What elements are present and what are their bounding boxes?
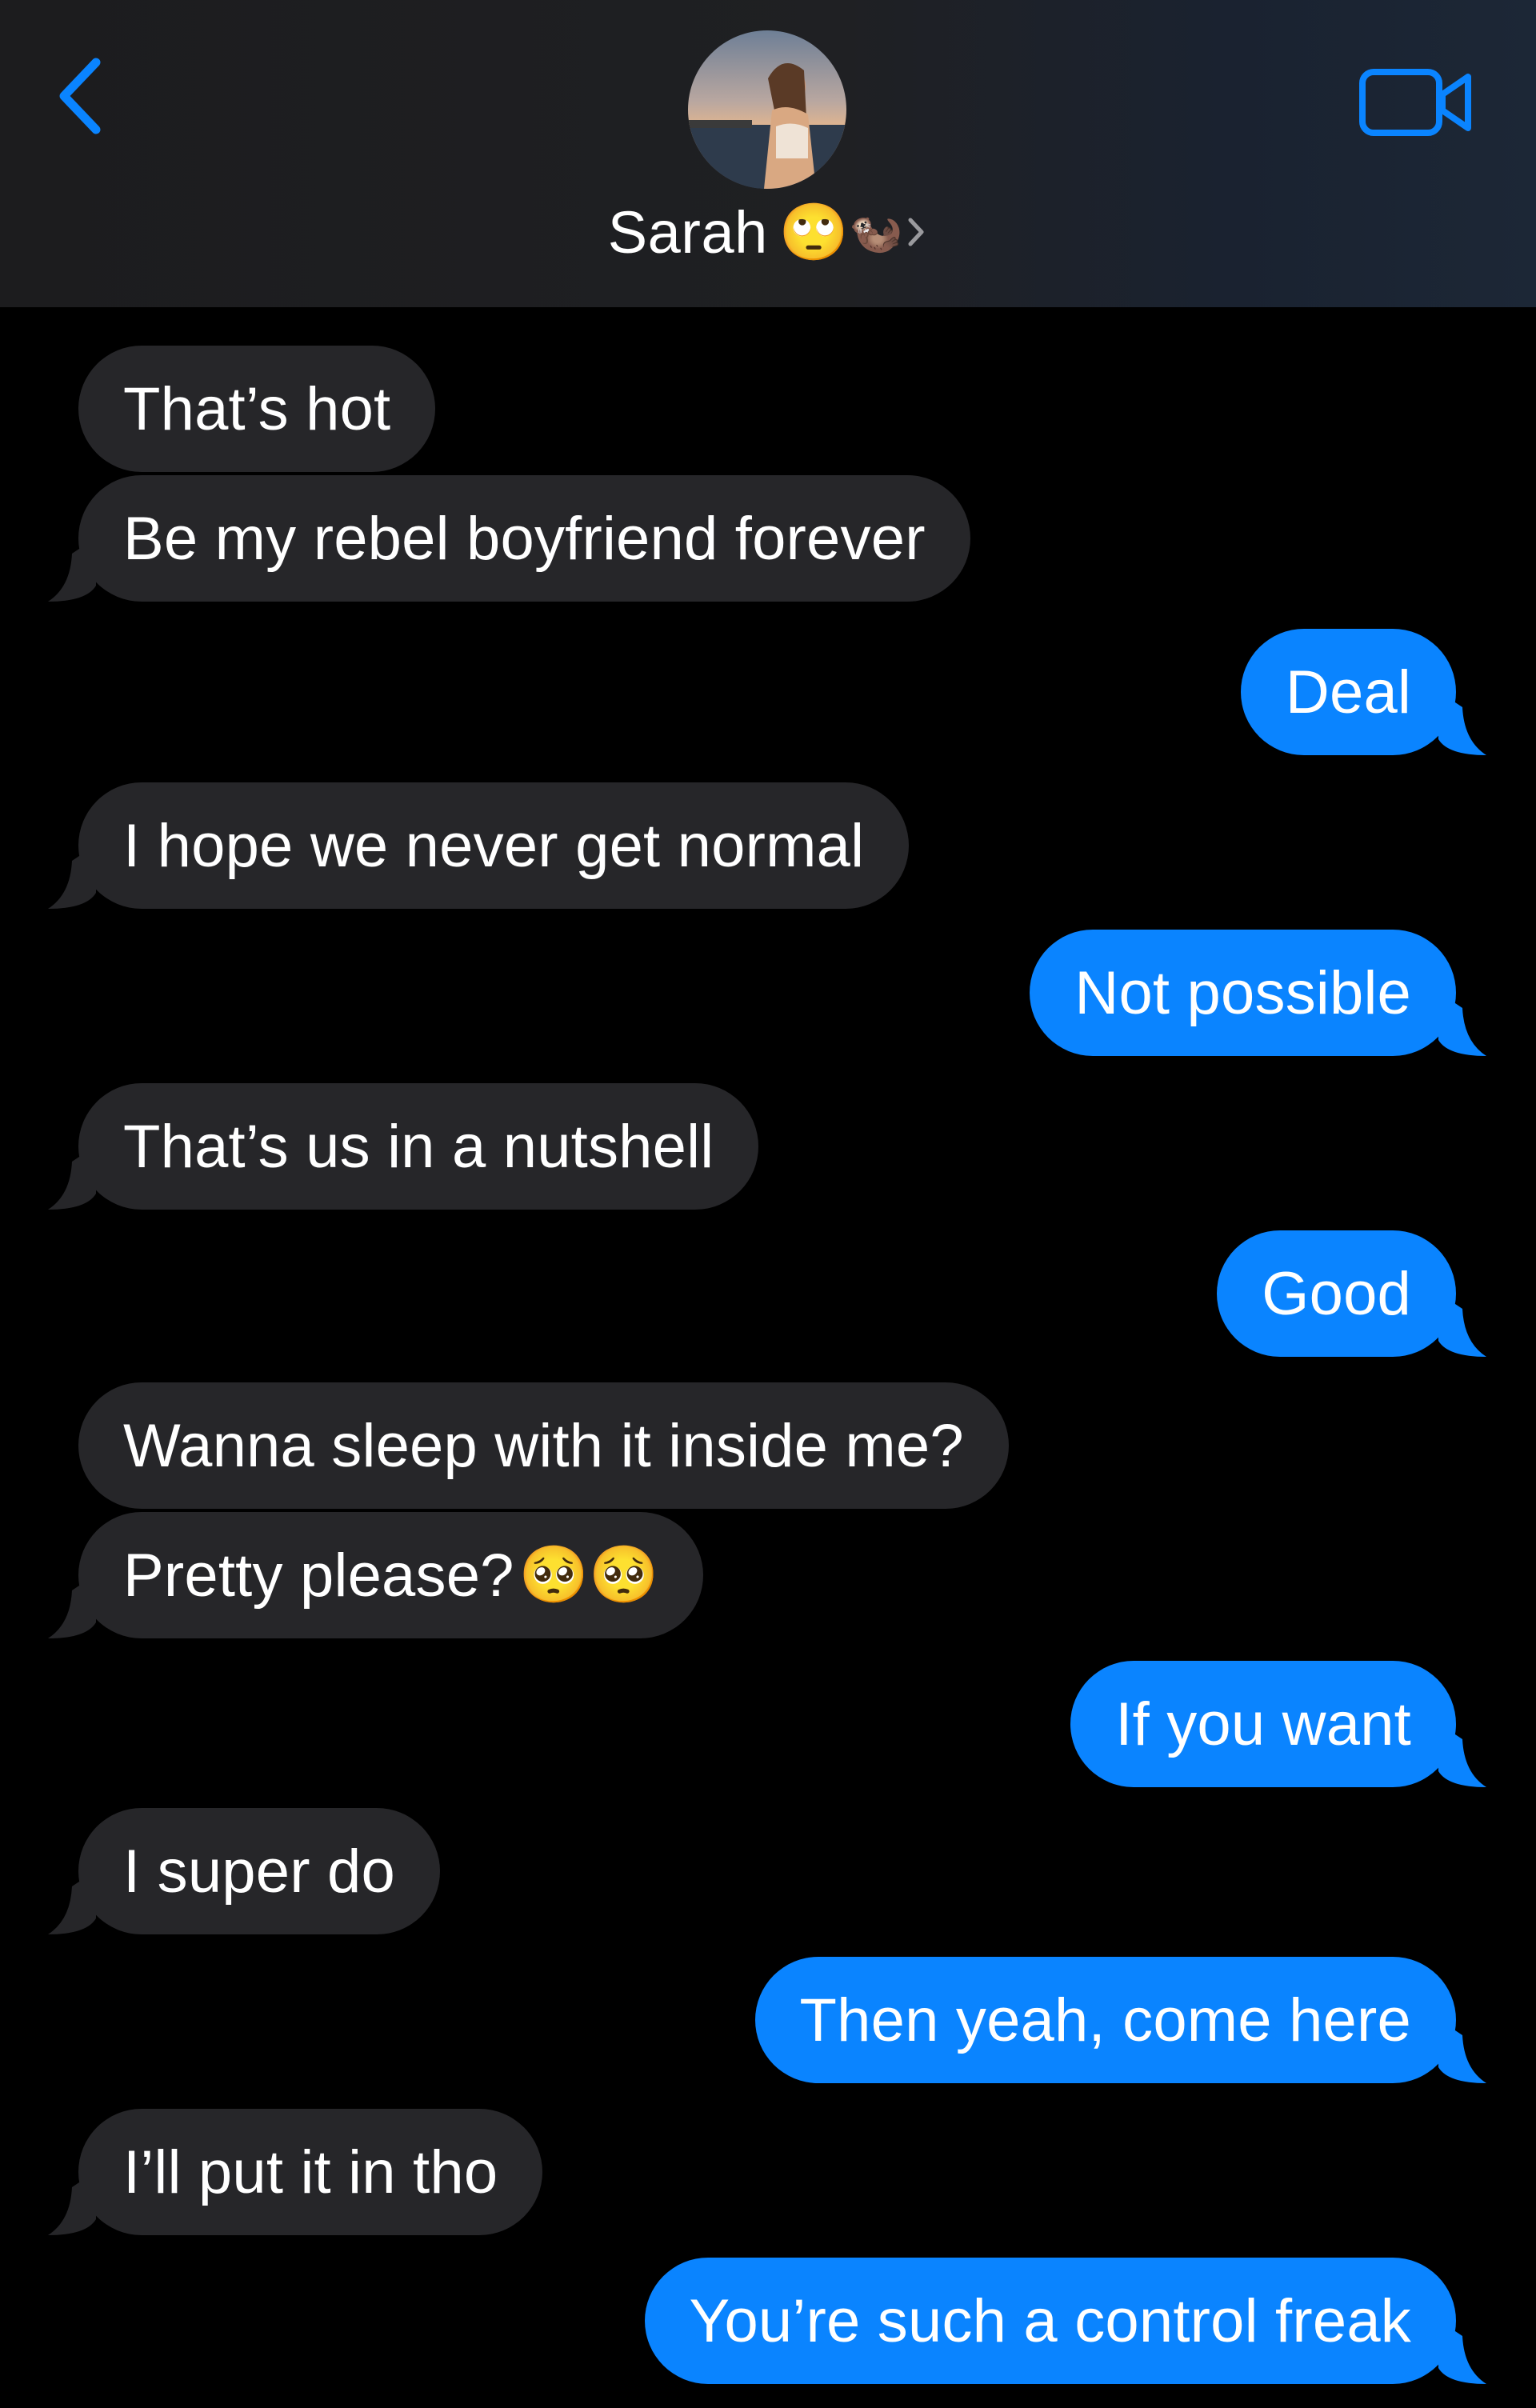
message-bubble-incoming[interactable]: Be my rebel boyfriend forever <box>48 475 970 602</box>
bubble-tail <box>48 1146 96 1210</box>
bubble-tail <box>1438 2320 1486 2384</box>
message-text: I’ll put it in tho <box>123 2138 498 2206</box>
conversation-header: Sarah 🙄 🦦 <box>0 0 1536 307</box>
pleading-face-emoji: 🥺🥺 <box>518 1543 659 1606</box>
message-bubble-incoming[interactable]: Wanna sleep with it inside me? <box>78 1382 1009 1509</box>
bubble-tail <box>1438 2019 1486 2083</box>
bubble-tail <box>1438 1723 1486 1787</box>
bubble-tail <box>48 2171 96 2235</box>
message-text: Good <box>1262 1259 1411 1328</box>
message-bubble-outgoing[interactable]: Good <box>1217 1230 1486 1357</box>
contact-avatar[interactable] <box>688 30 846 189</box>
eye-roll-emoji: 🙄 <box>778 201 849 263</box>
message-text: I super do <box>123 1837 395 1906</box>
bubble-tail <box>48 845 96 909</box>
message-bubble-outgoing[interactable]: Deal <box>1240 629 1486 755</box>
contact-name-row[interactable]: Sarah 🙄 🦦 <box>0 192 1536 272</box>
facetime-video-button[interactable] <box>1356 62 1476 142</box>
message-text: That’s hot <box>123 374 391 443</box>
message-thread: That’s hot Be my rebel boyfriend forever… <box>0 307 1536 2408</box>
message-bubble-outgoing[interactable]: Not possible <box>1030 930 1486 1056</box>
message-text: You’re such a control freak <box>689 2286 1411 2355</box>
otter-emoji: 🦦 <box>848 208 903 256</box>
message-bubble-incoming[interactable]: I super do <box>48 1808 440 1934</box>
message-bubble-incoming[interactable]: Pretty please? 🥺🥺 <box>48 1512 704 1638</box>
message-bubble-incoming[interactable]: That’s hot <box>78 346 436 472</box>
contact-name: Sarah <box>607 198 768 266</box>
message-bubble-outgoing[interactable]: You’re such a control freak <box>644 2258 1486 2384</box>
bubble-tail <box>1438 1293 1486 1357</box>
chevron-left-icon <box>59 58 101 134</box>
bubble-tail <box>1438 691 1486 755</box>
avatar-photo <box>688 30 846 189</box>
message-bubble-incoming[interactable]: I’ll put it in tho <box>48 2109 543 2235</box>
back-button[interactable] <box>46 48 110 144</box>
message-bubble-outgoing[interactable]: If you want <box>1070 1661 1486 1787</box>
message-text: If you want <box>1115 1690 1411 1758</box>
message-text: Wanna sleep with it inside me? <box>123 1411 964 1480</box>
message-text: Not possible <box>1074 958 1411 1027</box>
message-text: Then yeah, come here <box>799 1986 1411 2054</box>
bubble-tail <box>1438 992 1486 1056</box>
bubble-tail <box>48 1574 96 1638</box>
bubble-tail <box>48 538 96 602</box>
message-bubble-outgoing[interactable]: Then yeah, come here <box>754 1957 1486 2083</box>
message-text: I hope we never get normal <box>123 811 865 880</box>
bubble-tail <box>48 1870 96 1934</box>
message-bubble-incoming[interactable]: That’s us in a nutshell <box>48 1083 759 1210</box>
message-text: That’s us in a nutshell <box>123 1112 714 1181</box>
video-camera-icon <box>1359 69 1471 136</box>
message-bubble-incoming[interactable]: I hope we never get normal <box>48 782 910 909</box>
message-text: Be my rebel boyfriend forever <box>123 504 926 573</box>
message-text: Deal <box>1285 658 1411 726</box>
message-text: Pretty please? <box>123 1541 514 1610</box>
chevron-right-icon <box>908 218 924 246</box>
